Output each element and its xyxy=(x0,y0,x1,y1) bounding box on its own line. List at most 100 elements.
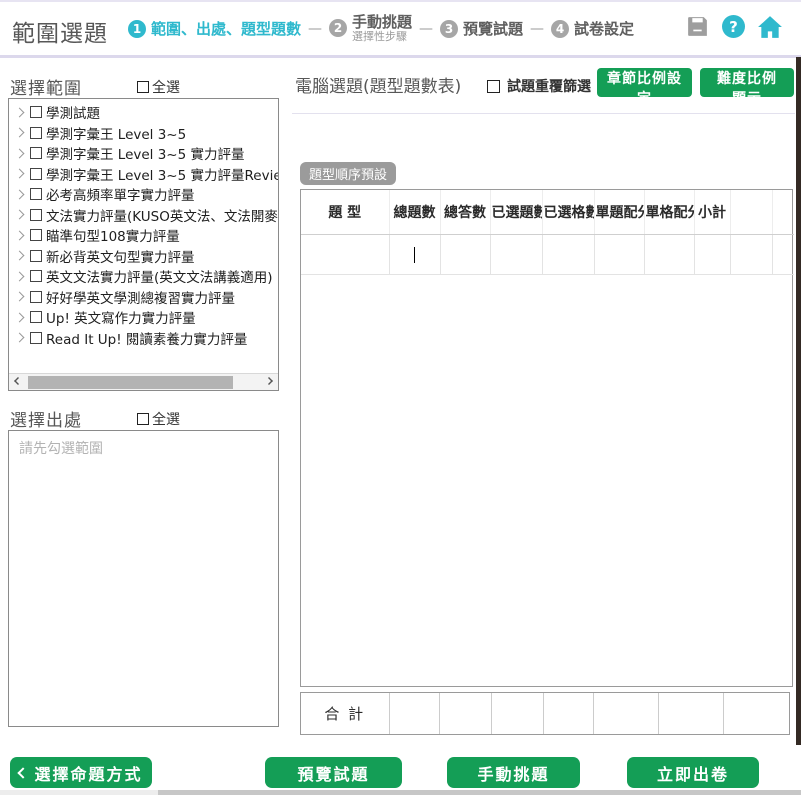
tree-item[interactable]: 好好學英文學測總複習實力評量 xyxy=(9,287,278,308)
step-1-range[interactable]: 1 範圍、出處、題型題數 xyxy=(128,18,301,39)
expand-icon[interactable] xyxy=(15,312,25,322)
tree-item-checkbox[interactable] xyxy=(30,229,42,241)
step-4-number-icon: 4 xyxy=(551,20,569,38)
scrollbar-thumb[interactable] xyxy=(28,376,233,389)
expand-icon[interactable] xyxy=(15,148,25,158)
col-header-empty xyxy=(730,190,772,234)
tree-item[interactable]: 文法實力評量(KUSO英文法、文法開麥拉 xyxy=(9,205,278,226)
header: 範圍選題 1 範圍、出處、題型題數 — 2 手動挑題 選擇性步驟 — 3 預覽試… xyxy=(0,2,801,55)
cell-selected-blanks[interactable] xyxy=(542,234,594,274)
step-3-preview[interactable]: 3 預覽試題 xyxy=(440,18,523,39)
range-panel-header: 選擇範圍 全選 xyxy=(10,74,280,99)
tree-item[interactable]: 學測試題 xyxy=(9,102,278,123)
chapter-ratio-button[interactable]: 章節比例設定 xyxy=(597,68,692,97)
expand-icon[interactable] xyxy=(15,128,25,138)
tree-item-checkbox[interactable] xyxy=(30,168,42,180)
question-order-tag[interactable]: 題型順序預設 xyxy=(300,162,396,185)
tree-item-checkbox[interactable] xyxy=(30,311,42,323)
col-header-question-type: 題 型 xyxy=(301,190,389,234)
tree-item[interactable]: 學測字彙王 Level 3~5 xyxy=(9,123,278,144)
step-3-label: 預覽試題 xyxy=(463,18,523,39)
tree-item-checkbox[interactable] xyxy=(30,106,42,118)
tree-item-checkbox[interactable] xyxy=(30,250,42,262)
cell-question-type[interactable] xyxy=(301,234,389,274)
tree-item-checkbox[interactable] xyxy=(30,291,42,303)
source-select-all-checkbox[interactable] xyxy=(137,413,149,425)
scrollbar-thumb[interactable] xyxy=(158,790,801,795)
cell-total-answers[interactable] xyxy=(440,234,490,274)
step-2-number-icon: 2 xyxy=(329,19,347,37)
range-select-all[interactable]: 全選 xyxy=(137,77,180,97)
col-header-empty xyxy=(772,190,794,234)
step-3-number-icon: 3 xyxy=(440,20,458,38)
choose-method-back-button[interactable]: 選擇命題方式 xyxy=(10,757,152,788)
source-list-box[interactable]: 請先勾選範圍 xyxy=(8,430,279,727)
manual-pick-button[interactable]: 手動挑題 xyxy=(447,757,580,788)
text-cursor xyxy=(414,247,415,263)
cell-total-questions-input[interactable] xyxy=(389,234,440,274)
range-select-all-label: 全選 xyxy=(152,77,180,97)
help-icon[interactable]: ? xyxy=(722,15,745,38)
tree-item[interactable]: Up! 英文寫作力實力評量 xyxy=(9,307,278,328)
source-select-all[interactable]: 全選 xyxy=(137,409,180,429)
tree-item-checkbox[interactable] xyxy=(30,127,42,139)
cell-empty[interactable] xyxy=(730,234,772,274)
expand-icon[interactable] xyxy=(15,251,25,261)
cell-empty[interactable] xyxy=(772,234,794,274)
horizontal-scrollbar[interactable] xyxy=(0,790,801,795)
preview-questions-button[interactable]: 預覽試題 xyxy=(265,757,402,788)
duplicate-filter-toggle[interactable]: 試題重覆篩選 xyxy=(487,76,591,96)
source-panel-title: 選擇出處 xyxy=(10,406,82,431)
scroll-left-icon[interactable] xyxy=(14,377,22,385)
step-2-manual-pick[interactable]: 2 手動挑題 選擇性步驟 xyxy=(329,14,412,44)
cell-points-per-question[interactable] xyxy=(594,234,644,274)
step-divider: — xyxy=(308,21,322,37)
cell-points-per-blank[interactable] xyxy=(644,234,694,274)
col-header-total-answers: 總答數 xyxy=(440,190,490,234)
save-icon[interactable] xyxy=(685,14,710,39)
total-cell xyxy=(491,693,543,734)
tree-horizontal-scrollbar[interactable] xyxy=(9,373,278,390)
tree-item-checkbox[interactable] xyxy=(30,209,42,221)
expand-icon[interactable] xyxy=(15,189,25,199)
tree-item[interactable]: 必考高頻率單字實力評量 xyxy=(9,184,278,205)
expand-icon[interactable] xyxy=(15,230,25,240)
expand-icon[interactable] xyxy=(15,292,25,302)
total-cell xyxy=(723,693,791,734)
expand-icon[interactable] xyxy=(15,169,25,179)
scroll-right-icon[interactable] xyxy=(265,377,273,385)
tree-item[interactable]: 英文文法實力評量(英文文法講義適用) xyxy=(9,266,278,287)
export-exam-button[interactable]: 立即出卷 xyxy=(627,757,759,788)
tree-item[interactable]: 學測字彙王 Level 3~5 實力評量 xyxy=(9,143,278,164)
step-wizard: 1 範圍、出處、題型題數 — 2 手動挑題 選擇性步驟 — 3 預覽試題 — 4… xyxy=(128,2,634,55)
total-cell xyxy=(439,693,491,734)
expand-icon[interactable] xyxy=(15,333,25,343)
step-4-settings[interactable]: 4 試卷設定 xyxy=(551,18,634,39)
total-cell xyxy=(658,693,723,734)
duplicate-filter-checkbox[interactable] xyxy=(487,80,500,93)
difficulty-ratio-button[interactable]: 難度比例顯示 xyxy=(700,68,794,97)
expand-icon[interactable] xyxy=(15,271,25,281)
tree-item[interactable]: 新必背英文句型實力評量 xyxy=(9,246,278,267)
vertical-scrollbar[interactable] xyxy=(796,57,801,745)
range-select-all-checkbox[interactable] xyxy=(137,81,149,93)
expand-icon[interactable] xyxy=(15,107,25,117)
duplicate-filter-label: 試題重覆篩選 xyxy=(507,76,591,96)
tree-item-checkbox[interactable] xyxy=(30,332,42,344)
cell-subtotal[interactable] xyxy=(694,234,730,274)
tree-item[interactable]: 學測字彙王 Level 3~5 實力評量Review xyxy=(9,164,278,185)
home-icon[interactable] xyxy=(757,15,783,39)
cell-selected-questions[interactable] xyxy=(490,234,542,274)
header-icon-group: ? xyxy=(685,14,783,39)
tree-item-checkbox[interactable] xyxy=(30,270,42,282)
tree-item-checkbox[interactable] xyxy=(30,147,42,159)
tree-item-checkbox[interactable] xyxy=(30,188,42,200)
exam-builder-page: 範圍選題 1 範圍、出處、題型題數 — 2 手動挑題 選擇性步驟 — 3 預覽試… xyxy=(0,0,801,795)
expand-icon[interactable] xyxy=(15,210,25,220)
range-tree: 學測試題 學測字彙王 Level 3~5 學測字彙王 Level 3~5 實力評… xyxy=(8,98,279,391)
source-panel-header: 選擇出處 全選 xyxy=(10,406,280,431)
panel-divider xyxy=(292,113,795,114)
tree-item[interactable]: Read It Up! 閱讀素養力實力評量 xyxy=(9,328,278,349)
tree-item[interactable]: 瞄準句型108實力評量 xyxy=(9,225,278,246)
computer-selection-title: 電腦選題(題型題數表) xyxy=(295,72,461,97)
